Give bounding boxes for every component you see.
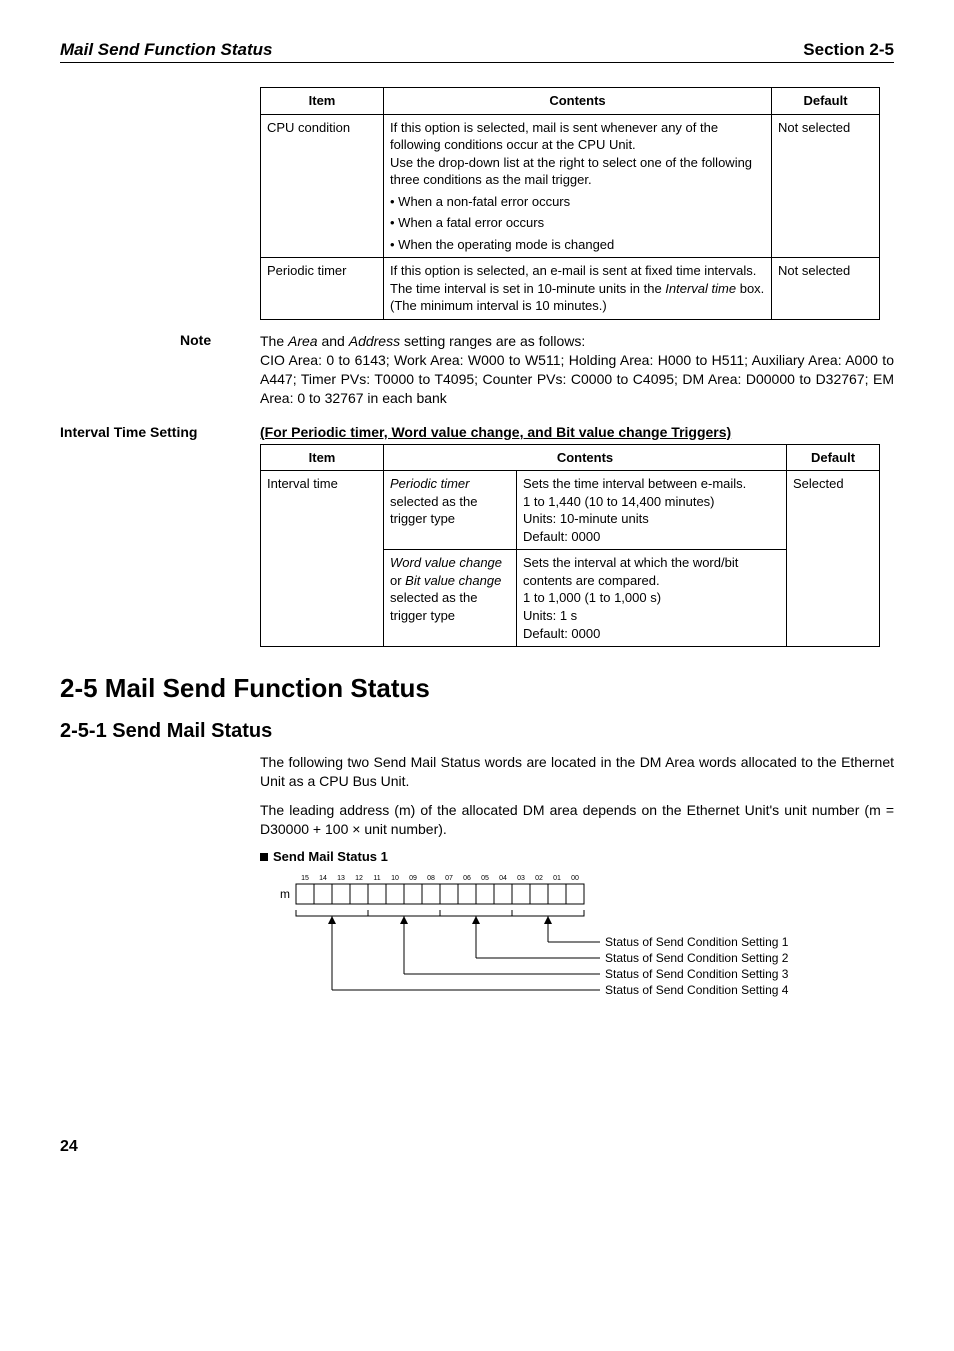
span: selected as the trigger type xyxy=(390,590,477,623)
th-item: Item xyxy=(261,88,384,115)
cell-default: Not selected xyxy=(772,114,880,258)
cell-contents: If this option is selected, an e-mail is… xyxy=(384,258,772,320)
running-header-left: Mail Send Function Status xyxy=(60,40,273,60)
cell-trigger: Periodic timer selected as the trigger t… xyxy=(384,471,517,550)
table-trigger-conditions: Item Contents Default CPU condition If t… xyxy=(260,87,880,320)
bullet: When a non-fatal error occurs xyxy=(398,194,570,209)
bullet: When a fatal error occurs xyxy=(398,215,544,230)
em2: Bit value change xyxy=(405,573,501,588)
cell-trigger: Word value change or Bit value change se… xyxy=(384,550,517,647)
m-label: m xyxy=(280,887,290,901)
span: or xyxy=(390,573,405,588)
table-row: CPU condition If this option is selected… xyxy=(261,114,880,258)
table-row: Interval time Periodic timer selected as… xyxy=(261,471,880,550)
bit-num: 00 xyxy=(571,875,579,882)
cell-text: If this option is selected, an e-mail is… xyxy=(390,263,764,313)
table-row: Periodic timer If this option is selecte… xyxy=(261,258,880,320)
heading-2-5-1: 2-5-1 Send Mail Status xyxy=(60,720,894,743)
send-mail-status-1-head: Send Mail Status 1 xyxy=(260,849,894,864)
em: Periodic timer xyxy=(390,476,469,491)
para-part: unit number). xyxy=(360,821,446,837)
note-label: Note xyxy=(180,332,260,408)
cell-text: If this option is selected, mail is sent… xyxy=(390,120,752,188)
cell-default: Not selected xyxy=(772,258,880,320)
interval-title: (For Periodic timer, Word value change, … xyxy=(260,424,731,440)
diag-label-3: Status of Send Condition Setting 3 xyxy=(605,967,789,981)
bit-num: 11 xyxy=(373,875,380,882)
bullet: When the operating mode is changed xyxy=(398,237,614,252)
span: selected as the trigger type xyxy=(390,494,477,527)
cell-default: Selected xyxy=(787,471,880,647)
bit-num: 10 xyxy=(391,875,399,882)
th-item: Item xyxy=(261,444,384,471)
diag-label-2: Status of Send Condition Setting 2 xyxy=(605,951,789,965)
cell-desc: Sets the interval at which the word/bit … xyxy=(517,550,787,647)
bit-num: 07 xyxy=(445,875,453,882)
em: Word value change xyxy=(390,555,502,570)
bit-num: 14 xyxy=(319,875,327,882)
paragraph: The leading address (m) of the allocated… xyxy=(260,801,894,839)
bit-diagram: 15 14 13 12 11 10 09 08 07 06 05 04 03 0… xyxy=(270,870,894,1018)
cell-item: Periodic timer xyxy=(261,258,384,320)
th-contents: Contents xyxy=(384,88,772,115)
table-interval: Item Contents Default Interval time Peri… xyxy=(260,444,880,647)
bit-num: 04 xyxy=(499,875,507,882)
bit-num: 13 xyxy=(337,875,345,882)
bit-num: 15 xyxy=(301,875,309,882)
th-contents: Contents xyxy=(384,444,787,471)
para-part: The leading address (m) of the allocated… xyxy=(260,802,894,837)
th-default: Default xyxy=(787,444,880,471)
diag-label-4: Status of Send Condition Setting 4 xyxy=(605,983,789,997)
bit-num: 12 xyxy=(355,875,363,882)
square-bullet-icon xyxy=(260,853,268,861)
diag-label-1: Status of Send Condition Setting 1 xyxy=(605,935,789,949)
sub-head-text: Send Mail Status 1 xyxy=(273,849,388,864)
bit-num: 09 xyxy=(409,875,417,882)
interval-side-label: Interval Time Setting xyxy=(60,424,260,440)
bit-num: 06 xyxy=(463,875,471,882)
note-body: The Area and Address setting ranges are … xyxy=(260,332,894,408)
bit-num: 01 xyxy=(553,875,561,882)
paragraph: The following two Send Mail Status words… xyxy=(260,753,894,791)
bit-num: 03 xyxy=(517,875,525,882)
bit-num: 05 xyxy=(481,875,489,882)
bit-num: 08 xyxy=(427,875,435,882)
heading-2-5: 2-5 Mail Send Function Status xyxy=(60,673,894,704)
cell-item: Interval time xyxy=(261,471,384,647)
bit-num: 02 xyxy=(535,875,543,882)
page-number: 24 xyxy=(60,1138,894,1156)
cell-contents: If this option is selected, mail is sent… xyxy=(384,114,772,258)
cell-desc: Sets the time interval between e-mails. … xyxy=(517,471,787,550)
running-header-right: Section 2-5 xyxy=(803,40,894,60)
th-default: Default xyxy=(772,88,880,115)
cell-item: CPU condition xyxy=(261,114,384,258)
